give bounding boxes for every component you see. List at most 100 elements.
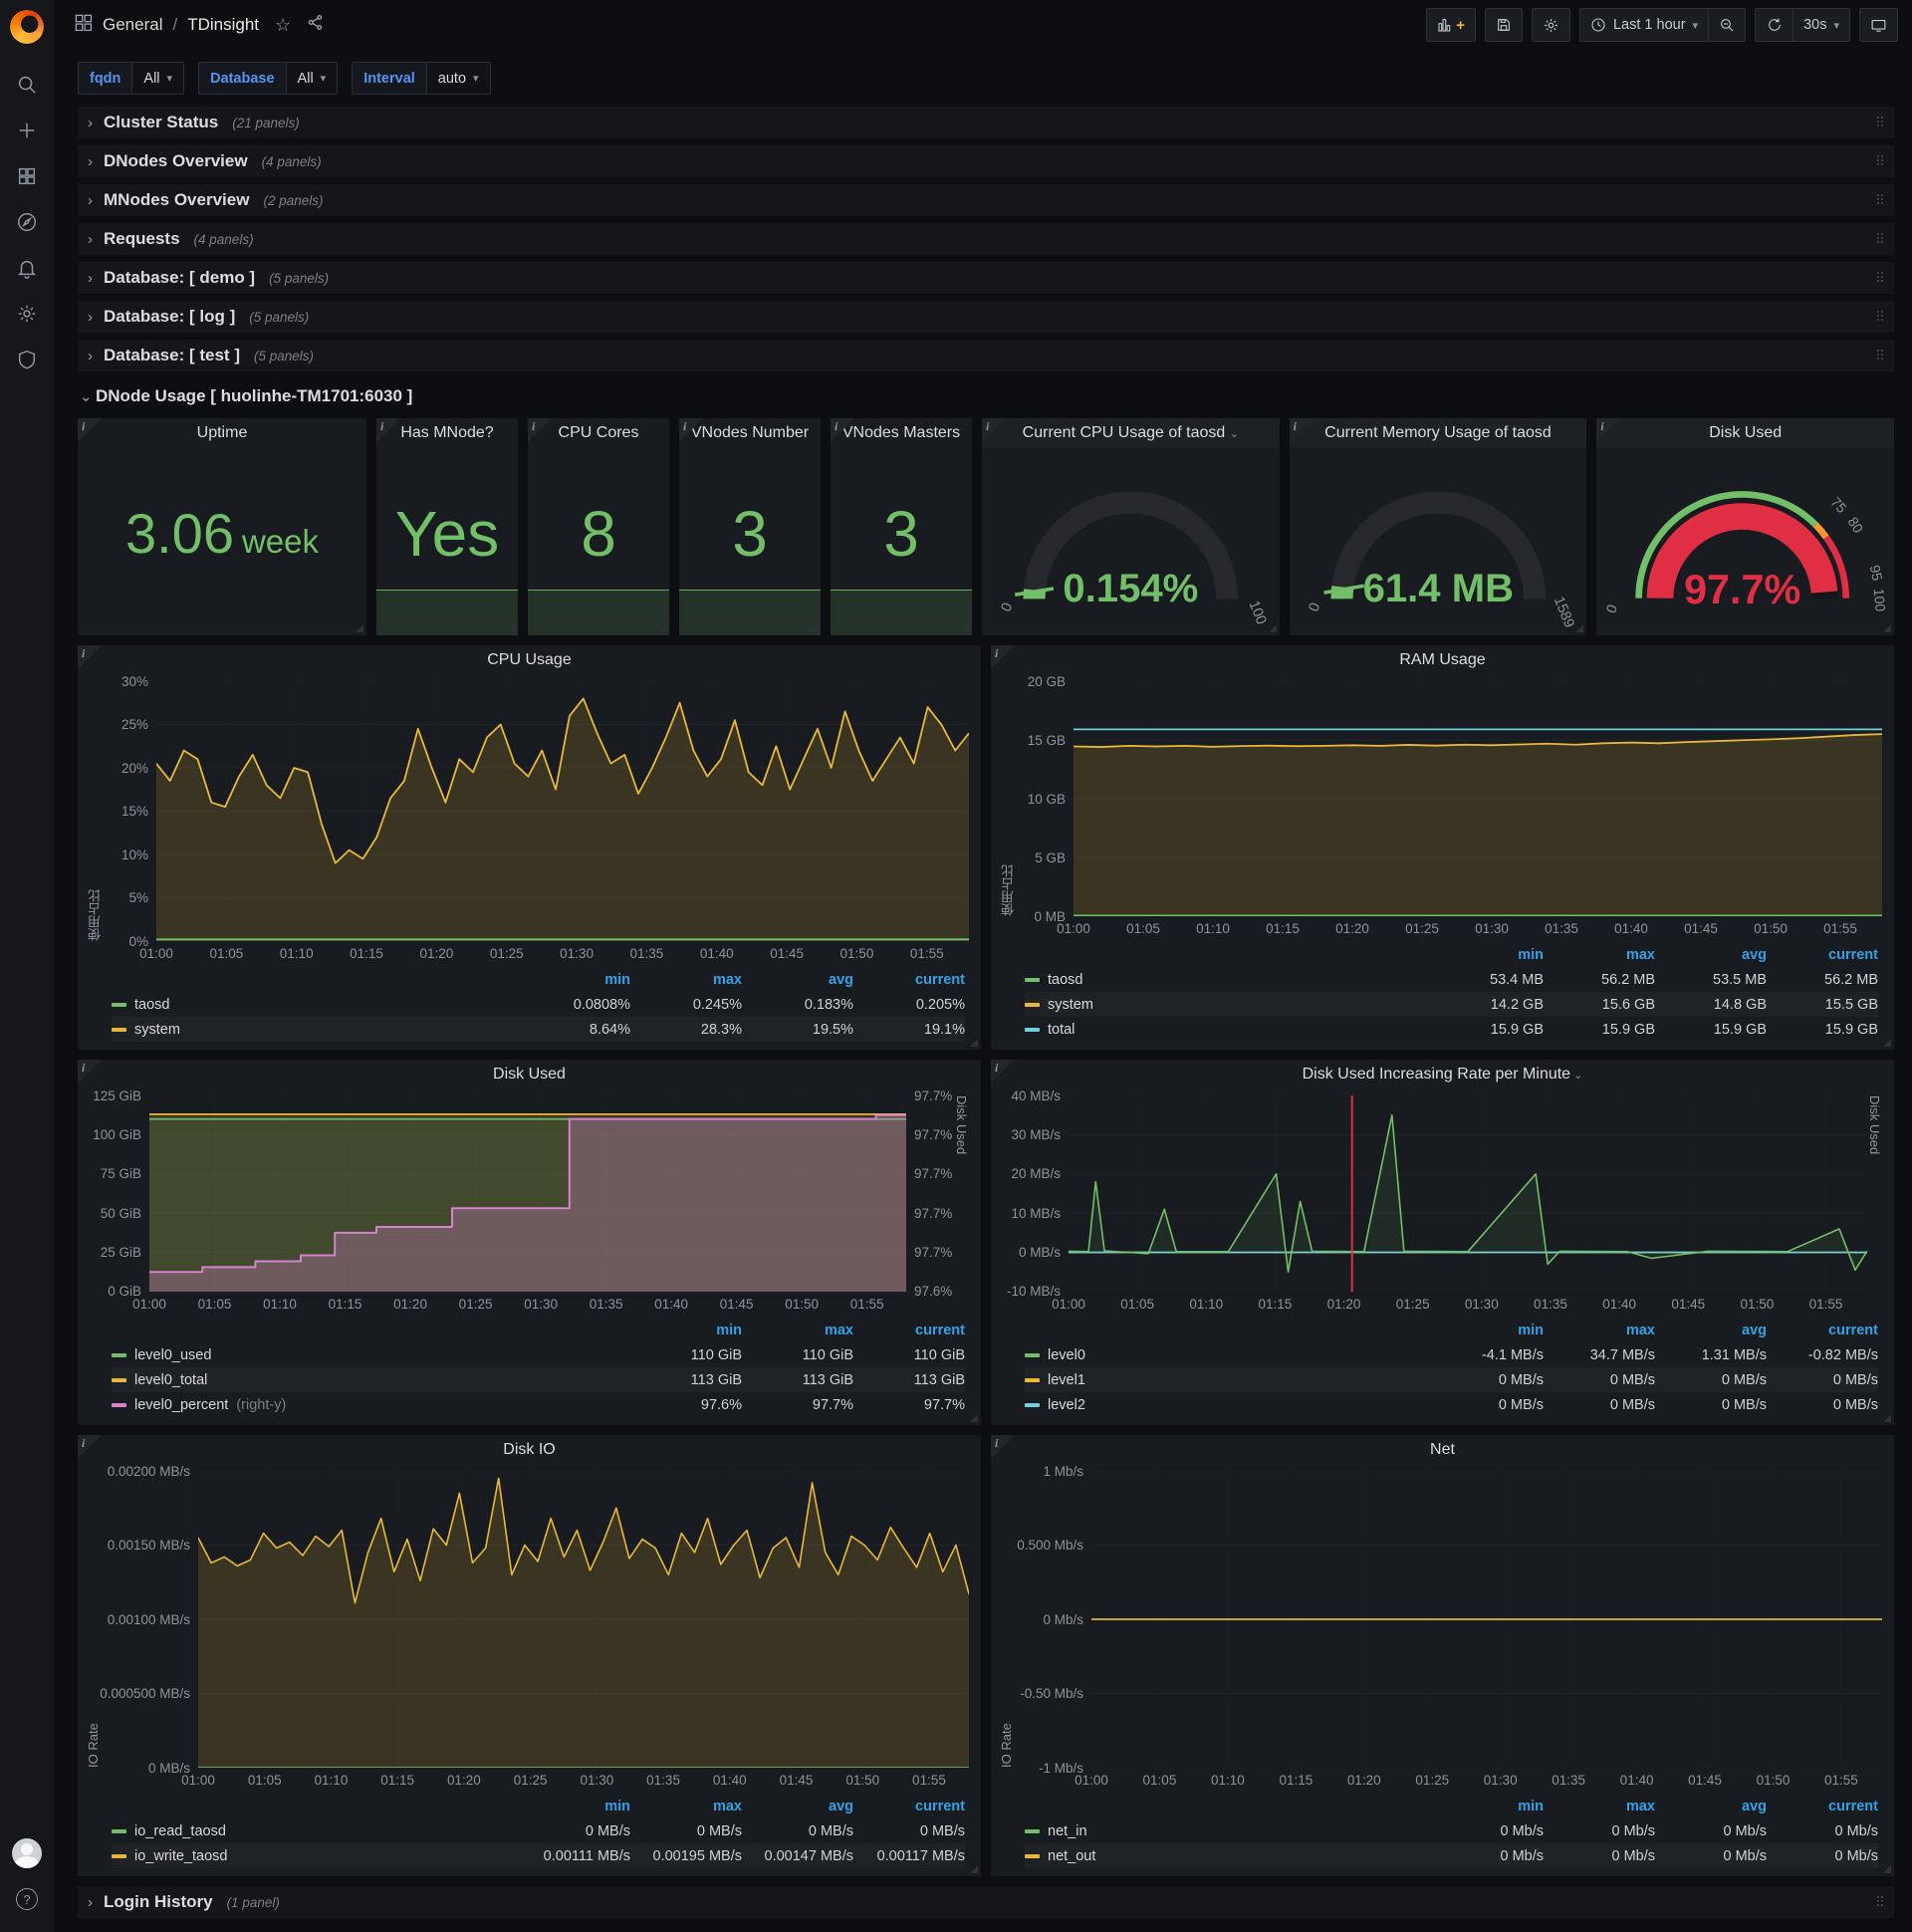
legend-series-name[interactable]: system bbox=[1025, 997, 1432, 1013]
row-drag-handle[interactable]: ⠿ bbox=[1875, 270, 1885, 287]
panel-title[interactable]: Disk IO bbox=[78, 1435, 981, 1465]
panel-title[interactable]: RAM Usage bbox=[991, 645, 1894, 675]
plot-area[interactable]: 01:00 01:05 01:10 01:15 01:20 01:25 01:30 01:35… bbox=[132, 1095, 906, 1312]
cycle-view-mode-button[interactable] bbox=[1859, 8, 1898, 42]
variable-value-dropdown[interactable]: All ▾ bbox=[285, 62, 339, 95]
plot-area[interactable]: 01:00 01:05 01:10 01:15 01:20 01:25 01:30 01:35… bbox=[1075, 1471, 1882, 1788]
panel-info-icon[interactable]: i bbox=[991, 1060, 1015, 1084]
legend-series-name[interactable]: level0_total bbox=[112, 1372, 630, 1388]
panel-info-icon[interactable]: i bbox=[991, 1435, 1015, 1459]
legend-series-name[interactable]: level2 bbox=[1025, 1397, 1432, 1413]
row-drag-handle[interactable]: ⠿ bbox=[1875, 231, 1885, 248]
row-drag-handle[interactable]: ⠿ bbox=[1875, 115, 1885, 131]
admin-shield-icon[interactable] bbox=[0, 337, 54, 382]
dashboards-icon[interactable] bbox=[0, 153, 54, 199]
dashboard-row-collapsed[interactable]: › Cluster Status (21 panels) ⠿ bbox=[78, 107, 1894, 138]
legend-series-name[interactable]: level0 bbox=[1025, 1347, 1432, 1363]
legend-col-current[interactable]: current bbox=[853, 1799, 965, 1814]
refresh-button[interactable] bbox=[1755, 8, 1793, 42]
dashboard-row-collapsed[interactable]: › Requests (4 panels) ⠿ bbox=[78, 223, 1894, 255]
variable-Interval[interactable]: Interval auto ▾ bbox=[352, 62, 491, 95]
legend-col-max[interactable]: max bbox=[742, 1323, 853, 1338]
panel-title[interactable]: Current CPU Usage of taosd ⌄ bbox=[982, 418, 1280, 448]
zoom-out-time-button[interactable] bbox=[1708, 8, 1747, 42]
legend-col-min[interactable]: min bbox=[1432, 1323, 1544, 1338]
legend-col-min[interactable]: min bbox=[1432, 947, 1544, 963]
legend-col-avg[interactable]: avg bbox=[742, 972, 853, 988]
panel-title[interactable]: CPU Usage bbox=[78, 645, 981, 675]
legend-col-max[interactable]: max bbox=[630, 1799, 742, 1814]
legend-col-min[interactable]: min bbox=[630, 1323, 742, 1338]
legend-col-min[interactable]: min bbox=[1432, 1799, 1544, 1814]
variable-fqdn[interactable]: fqdn All ▾ bbox=[78, 62, 185, 95]
dashboard-row-collapsed[interactable]: › Database: [ log ] (5 panels) ⠿ bbox=[78, 301, 1894, 333]
time-range-picker[interactable]: Last 1 hour ▾ bbox=[1578, 8, 1709, 42]
variable-label[interactable]: fqdn bbox=[78, 62, 132, 95]
share-icon[interactable] bbox=[307, 14, 324, 36]
panel-menu-chevron-icon[interactable]: ⌄ bbox=[1230, 428, 1239, 440]
panel-menu-chevron-icon[interactable]: ⌄ bbox=[1570, 1070, 1582, 1082]
panel-info-icon[interactable]: i bbox=[831, 418, 854, 442]
refresh-interval-picker[interactable]: 30s ▾ bbox=[1792, 8, 1850, 42]
panel-info-icon[interactable]: i bbox=[78, 645, 102, 669]
legend-series-name[interactable]: io_write_taosd bbox=[112, 1848, 519, 1864]
panel-info-icon[interactable]: i bbox=[679, 418, 703, 442]
panel-info-icon[interactable]: i bbox=[78, 418, 102, 442]
panel-info-icon[interactable]: i bbox=[1289, 418, 1314, 442]
grafana-logo[interactable] bbox=[10, 10, 44, 44]
legend-series-name[interactable]: system bbox=[112, 1022, 519, 1038]
variable-label[interactable]: Interval bbox=[352, 62, 426, 95]
panel-title[interactable]: Disk Used bbox=[1596, 418, 1895, 448]
row-drag-handle[interactable]: ⠿ bbox=[1875, 348, 1885, 364]
row-drag-handle[interactable]: ⠿ bbox=[1875, 192, 1885, 209]
panel-title[interactable]: Disk Used Increasing Rate per Minute ⌄ bbox=[991, 1060, 1894, 1089]
variable-label[interactable]: Database bbox=[198, 62, 286, 95]
legend-col-min[interactable]: min bbox=[519, 972, 630, 988]
dashboard-settings-button[interactable] bbox=[1531, 8, 1570, 42]
configuration-gear-icon[interactable] bbox=[0, 291, 54, 337]
dashboard-row-collapsed[interactable]: › Database: [ test ] (5 panels) ⠿ bbox=[78, 340, 1894, 371]
row-login-history[interactable]: › Login History (1 panel) ⠿ bbox=[78, 1886, 1894, 1918]
row-drag-handle[interactable]: ⠿ bbox=[1875, 309, 1885, 326]
explore-compass-icon[interactable] bbox=[0, 199, 54, 245]
row-dnode-usage[interactable]: ⌄ DNode Usage [ huolinhe-TM1701:6030 ] bbox=[78, 378, 1894, 414]
panel-title[interactable]: Uptime bbox=[78, 418, 366, 448]
create-plus-icon[interactable] bbox=[0, 108, 54, 153]
legend-col-avg[interactable]: avg bbox=[1655, 947, 1767, 963]
variable-Database[interactable]: Database All ▾ bbox=[198, 62, 339, 95]
panel-title[interactable]: Disk Used bbox=[78, 1060, 981, 1089]
legend-col-min[interactable]: min bbox=[519, 1799, 630, 1814]
plot-area[interactable]: 01:00 01:05 01:10 01:15 01:20 01:25 01:30 01:35… bbox=[1052, 1095, 1867, 1312]
legend-col-max[interactable]: max bbox=[1544, 947, 1655, 963]
panel-info-icon[interactable]: i bbox=[982, 418, 1006, 442]
plot-area[interactable]: 01:00 01:05 01:10 01:15 01:20 01:25 01:30 01:35… bbox=[1057, 681, 1882, 936]
legend-series-name[interactable]: total bbox=[1025, 1022, 1432, 1038]
plot-area[interactable]: 01:00 01:05 01:10 01:15 01:20 01:25 01:30 01:35… bbox=[181, 1471, 969, 1788]
legend-series-name[interactable]: level0_used bbox=[112, 1347, 630, 1363]
panel-info-icon[interactable]: i bbox=[528, 418, 552, 442]
legend-col-max[interactable]: max bbox=[630, 972, 742, 988]
add-panel-button[interactable]: + bbox=[1426, 8, 1476, 42]
breadcrumb-section[interactable]: General bbox=[103, 15, 162, 35]
star-icon[interactable]: ☆ bbox=[275, 15, 291, 36]
panel-info-icon[interactable]: i bbox=[376, 418, 400, 442]
variable-value-dropdown[interactable]: auto ▾ bbox=[425, 62, 491, 95]
save-dashboard-button[interactable] bbox=[1484, 8, 1523, 42]
legend-col-current[interactable]: current bbox=[1767, 947, 1878, 963]
panel-title[interactable]: Net bbox=[991, 1435, 1894, 1465]
panel-info-icon[interactable]: i bbox=[78, 1435, 102, 1459]
legend-series-name[interactable]: net_in bbox=[1025, 1823, 1432, 1839]
legend-col-avg[interactable]: avg bbox=[1655, 1323, 1767, 1338]
panel-info-icon[interactable]: i bbox=[78, 1060, 102, 1084]
plot-area[interactable]: 01:00 01:05 01:10 01:15 01:20 01:25 01:30 01:35… bbox=[139, 681, 969, 961]
help-icon[interactable]: ? bbox=[0, 1876, 54, 1922]
legend-col-max[interactable]: max bbox=[1544, 1799, 1655, 1814]
legend-col-current[interactable]: current bbox=[853, 972, 965, 988]
legend-series-name[interactable]: io_read_taosd bbox=[112, 1823, 519, 1839]
legend-series-name[interactable]: level0_percent (right-y) bbox=[112, 1397, 630, 1413]
legend-col-avg[interactable]: avg bbox=[742, 1799, 853, 1814]
variable-value-dropdown[interactable]: All ▾ bbox=[131, 62, 185, 95]
legend-series-name[interactable]: taosd bbox=[1025, 972, 1432, 988]
breadcrumb-page[interactable]: TDinsight bbox=[187, 15, 259, 35]
row-drag-handle[interactable]: ⠿ bbox=[1875, 153, 1885, 170]
